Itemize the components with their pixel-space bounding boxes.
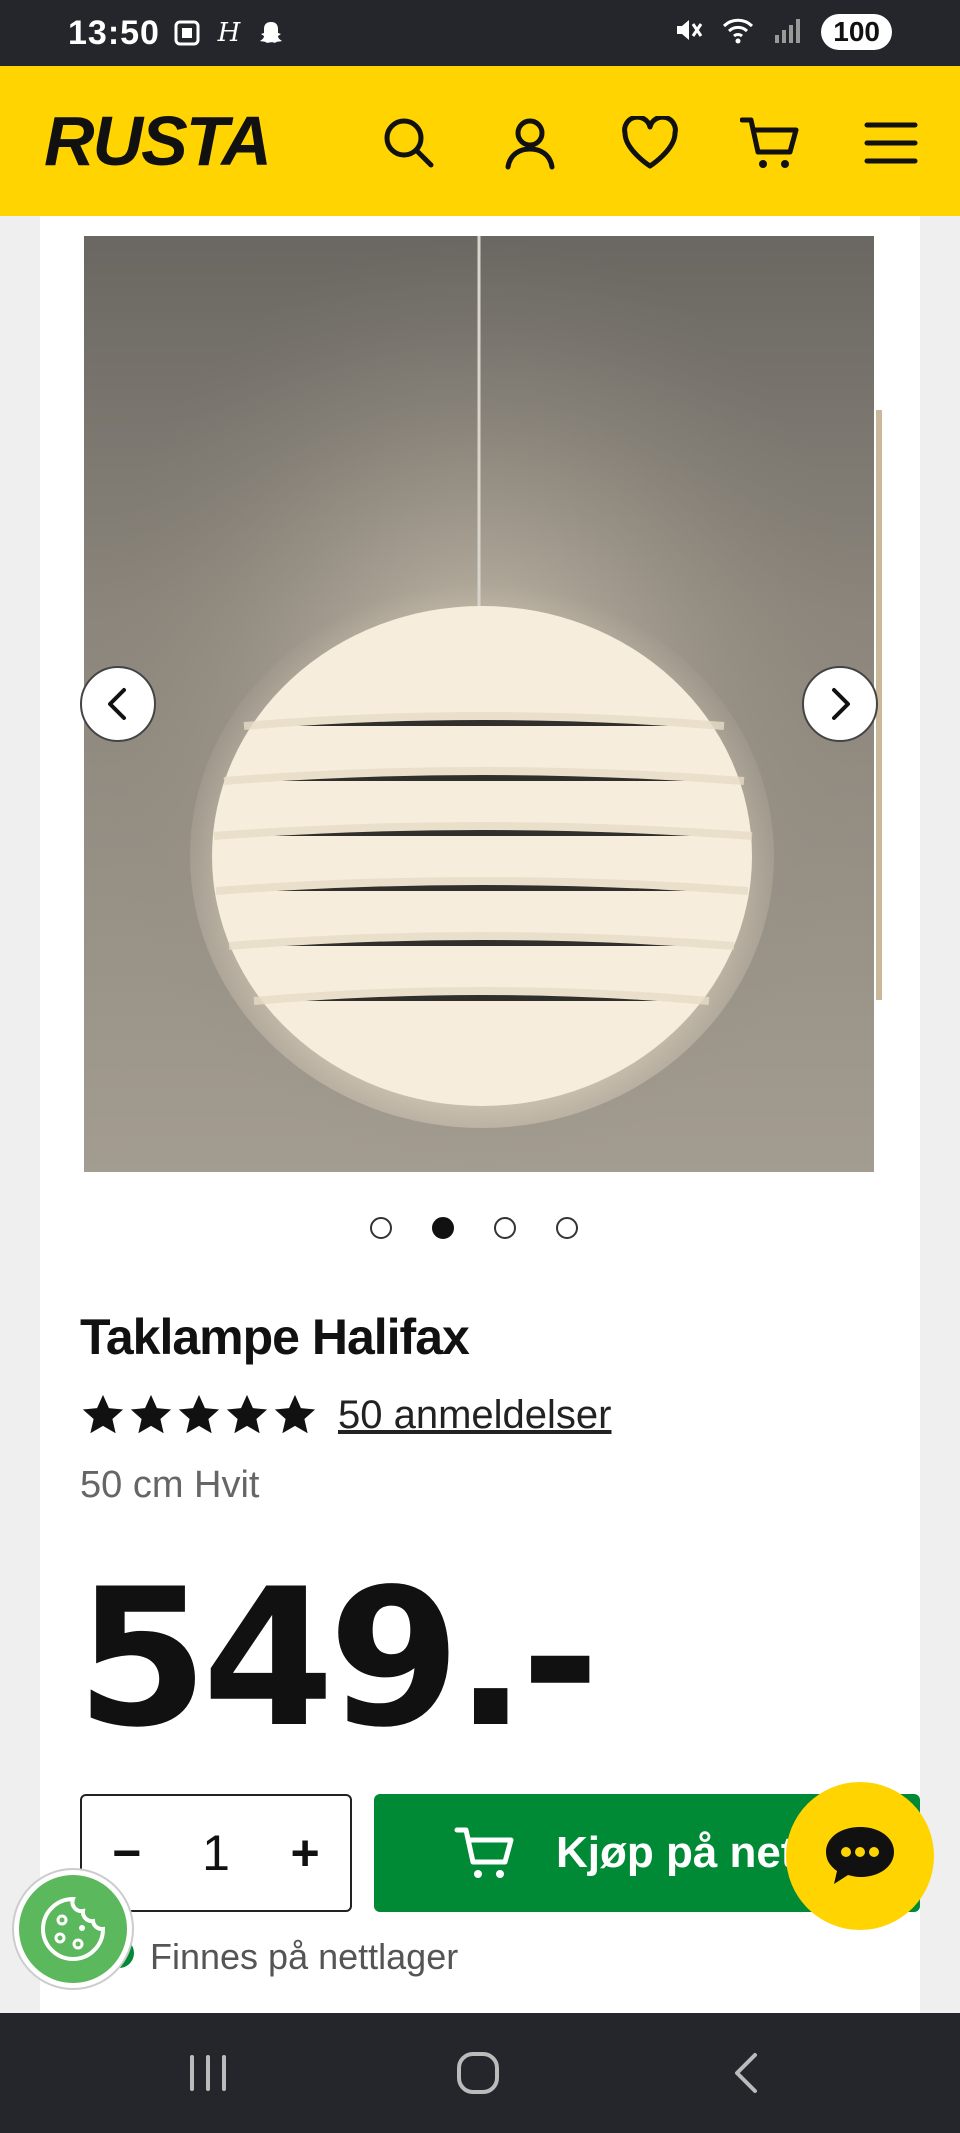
app-h-icon: H (217, 18, 241, 48)
back-button[interactable] (706, 2043, 786, 2103)
star-icon (274, 1394, 316, 1434)
back-icon (735, 2053, 757, 2093)
cookie-settings-button[interactable] (14, 1870, 132, 1988)
next-image-button[interactable] (802, 666, 878, 742)
wifi-icon (721, 15, 755, 50)
cart-icon (740, 117, 799, 168)
chevron-right-icon (832, 688, 850, 720)
product-price: 549.- (76, 1548, 600, 1769)
star-rating (80, 1392, 318, 1438)
signal-icon (773, 15, 803, 50)
product-title: Taklampe Halifax (80, 1309, 470, 1365)
home-icon (457, 2052, 499, 2094)
product-rating: 50 anmeldelser (80, 1392, 612, 1438)
gallery-dot-2[interactable] (432, 1217, 454, 1239)
product-content: Taklampe Halifax 50 anmeldelser 50 cm Hv… (40, 216, 920, 2013)
mute-icon (673, 15, 703, 50)
recent-apps-icon (190, 2055, 226, 2091)
menu-icon (864, 122, 918, 164)
star-icon (130, 1394, 172, 1434)
cookie-icon (41, 1896, 106, 1961)
site-header: RUSTA (0, 66, 960, 216)
gallery-dot-3[interactable] (494, 1217, 516, 1239)
star-icon (226, 1394, 268, 1434)
user-icon (505, 118, 555, 170)
gallery-pagination (370, 1217, 578, 1239)
gallery-dot-4[interactable] (556, 1217, 578, 1239)
system-navigation-bar (0, 2013, 960, 2133)
product-variant: 50 cm Hvit (80, 1464, 260, 1506)
increase-quantity-button[interactable]: + (291, 1824, 320, 1882)
product-image[interactable] (84, 236, 874, 1172)
heart-icon (622, 116, 678, 169)
screenshot-icon (172, 18, 202, 48)
stock-status-text: Finnes på nettlager (150, 1936, 459, 1977)
chat-button[interactable] (786, 1782, 934, 1930)
search-icon (384, 118, 434, 168)
star-icon (82, 1394, 124, 1434)
home-button[interactable] (438, 2043, 518, 2103)
cart-button[interactable] (735, 108, 805, 178)
menu-button[interactable] (856, 108, 926, 178)
rusta-logo[interactable]: RUSTA (40, 102, 296, 180)
status-bar: 13:50 H 100 (0, 0, 960, 66)
status-notification-icons: H (172, 18, 286, 48)
gallery-dot-1[interactable] (370, 1217, 392, 1239)
wishlist-button[interactable] (615, 108, 685, 178)
recent-apps-button[interactable] (168, 2043, 248, 2103)
quantity-value[interactable]: 1 (202, 1824, 230, 1882)
status-time: 13:50 (68, 14, 160, 52)
chat-icon (826, 1827, 894, 1884)
chevron-left-icon (108, 688, 126, 720)
star-icon (178, 1394, 220, 1434)
previous-image-button[interactable] (80, 666, 156, 742)
status-system-icons: 100 (673, 14, 892, 50)
cart-icon (454, 1827, 514, 1878)
snapchat-icon (256, 18, 286, 48)
account-button[interactable] (495, 108, 565, 178)
logo-text: RUSTA (44, 103, 270, 179)
search-button[interactable] (374, 108, 444, 178)
buy-button-label: Kjøp på nett (556, 1828, 811, 1877)
reviews-link[interactable]: 50 anmeldelser (338, 1393, 612, 1438)
decrease-quantity-button[interactable]: − (112, 1824, 141, 1882)
battery-indicator: 100 (821, 14, 892, 50)
